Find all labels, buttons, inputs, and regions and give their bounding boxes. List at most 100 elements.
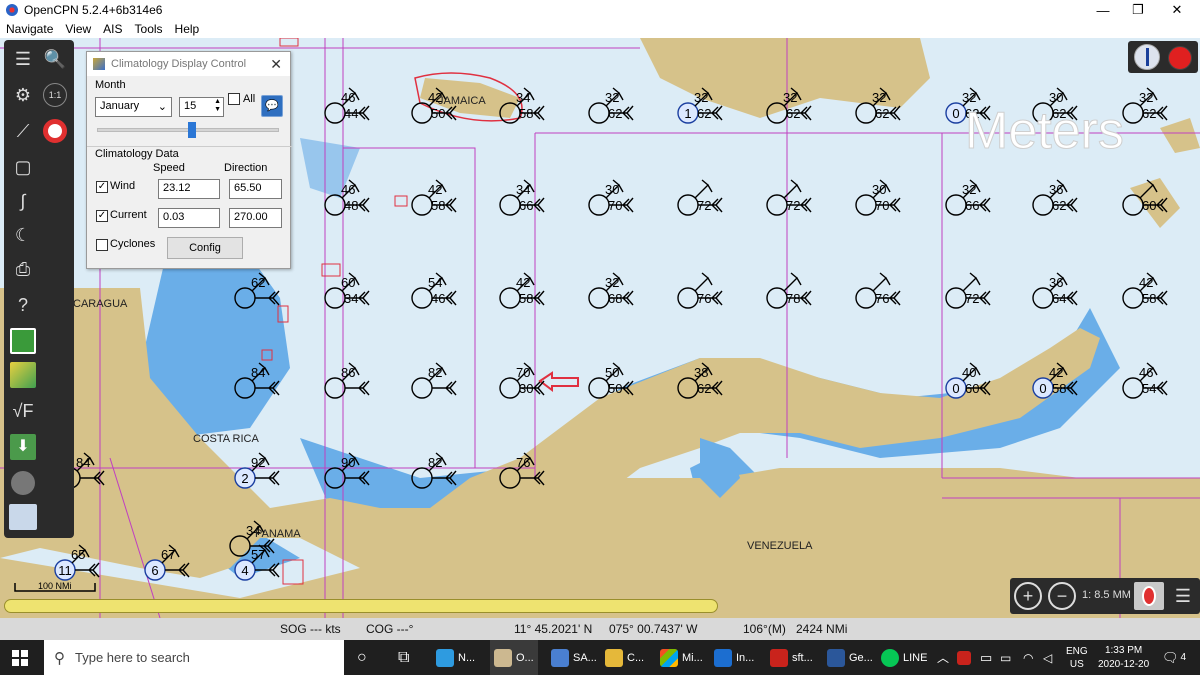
task-edge[interactable]: N...	[436, 640, 475, 675]
dialog-close-icon[interactable]: ✕	[270, 56, 282, 73]
print-icon[interactable]: ⎙	[8, 254, 38, 284]
task-sa[interactable]: SA...	[551, 640, 597, 675]
task-word[interactable]: Ge...	[827, 640, 873, 675]
wind-station: 4644	[324, 87, 370, 124]
volume-icon[interactable]: ◁	[1043, 640, 1052, 675]
wifi-icon[interactable]: ◠	[1023, 640, 1033, 675]
taskbar-search[interactable]: ⚲ Type here to search	[44, 640, 344, 675]
month-select[interactable]: January ⌄	[95, 97, 172, 117]
wind-checkbox[interactable]: ✓	[96, 181, 108, 193]
gps-status-icon[interactable]	[1168, 46, 1192, 70]
month-slider-thumb[interactable]	[187, 122, 196, 138]
weather-plugin-icon[interactable]	[8, 360, 38, 390]
station-top-value: 32	[605, 275, 619, 290]
station-bottom-value: 66	[965, 198, 979, 213]
current-checkbox[interactable]: ✓	[96, 210, 108, 222]
menu-view[interactable]: View	[59, 20, 97, 38]
station-top-value: 36	[1049, 182, 1063, 197]
vf-plugin-icon[interactable]: √F	[8, 396, 38, 426]
dialog-title-bar[interactable]: Climatology Display Control	[87, 52, 290, 76]
station-bottom-value: 50	[608, 381, 622, 396]
task-explorer[interactable]: C...	[605, 640, 644, 675]
climatology-icon	[93, 58, 105, 70]
climatology-dialog[interactable]: Climatology Display Control ✕ Month Janu…	[86, 51, 292, 269]
menu-ais[interactable]: AIS	[97, 20, 128, 38]
station-badge: 1	[684, 106, 691, 121]
tray-device-icon[interactable]: ▭	[980, 640, 992, 675]
edge-icon	[436, 648, 454, 667]
wind-station: 3262	[1122, 87, 1168, 124]
dashboard-plugin-icon[interactable]	[8, 326, 38, 356]
menu-navigate[interactable]: Navigate	[0, 20, 59, 38]
station-bottom-value: 54	[1142, 381, 1156, 396]
station-top-value: 42	[1049, 365, 1063, 380]
help-icon[interactable]: ?	[8, 290, 38, 320]
task-mail[interactable]: In...	[714, 640, 754, 675]
cyclones-checkbox[interactable]	[96, 239, 108, 251]
zoom-out-icon[interactable]: −	[1048, 582, 1076, 610]
wind-station: 292	[234, 452, 280, 489]
station-bottom-value: 60	[965, 381, 979, 396]
cortana-icon[interactable]: ○	[357, 640, 367, 675]
wind-station: 5446	[411, 272, 457, 309]
current-speed-field[interactable]: 0.03	[158, 208, 220, 228]
close-button[interactable]: ✕	[1154, 0, 1200, 20]
north-up-icon[interactable]	[1134, 44, 1160, 70]
all-checkbox[interactable]	[228, 93, 240, 105]
current-direction-field[interactable]: 270.00	[229, 208, 282, 228]
station-bottom-value: 66	[519, 198, 533, 213]
chart-downloader-icon[interactable]	[8, 502, 38, 532]
wind-speed-field[interactable]: 23.12	[158, 179, 220, 199]
tray-filezilla-icon[interactable]	[957, 640, 975, 675]
climatology-plugin-icon[interactable]	[8, 468, 38, 498]
wind-direction-field[interactable]: 65.50	[229, 179, 282, 199]
station-top-value: 36	[1049, 275, 1063, 290]
task-line[interactable]: LINE	[881, 640, 927, 675]
wind-station: 4258	[411, 179, 457, 216]
ship-follow-icon[interactable]	[1134, 582, 1164, 610]
day-spinner[interactable]: 15 ▲ ▼	[179, 97, 224, 117]
station-top-value: 46	[341, 182, 355, 197]
station-bottom-value: 64	[1052, 291, 1066, 306]
tray-expand-icon[interactable]: ︿	[937, 640, 949, 675]
download-plugin-icon[interactable]: ⬇	[8, 432, 38, 462]
lifebuoy-icon[interactable]	[40, 116, 70, 146]
zoom-in-icon[interactable]: +	[1014, 582, 1042, 610]
chart-bar-yellow[interactable]	[4, 599, 718, 613]
wind-label: Wind	[110, 180, 136, 192]
document-icon[interactable]: ▢	[8, 152, 38, 182]
wind-station: 3662	[1032, 179, 1078, 216]
menu-icon[interactable]: ☰	[8, 44, 38, 74]
scale-1to1-icon[interactable]: 1:1	[40, 80, 70, 110]
climatology-data-label: Climatology Data	[95, 148, 179, 160]
task-filezilla[interactable]: sft...	[770, 640, 813, 675]
notifications-icon[interactable]: 🗨 4	[1162, 640, 1186, 675]
zoom-tool-icon[interactable]: 🔍	[40, 44, 70, 74]
lang-code: ENG	[1066, 645, 1088, 657]
station-bottom-value: 78	[786, 291, 800, 306]
station-bottom-value: 62	[786, 106, 800, 121]
windows-taskbar: ⚲ Type here to search ○ ⧉ N... O... SA..…	[0, 640, 1200, 675]
compass-widget[interactable]	[1128, 41, 1198, 73]
play-animation-icon[interactable]: 💬	[261, 95, 283, 117]
task-explorer-label: C...	[627, 651, 645, 664]
windows-start-icon[interactable]	[12, 650, 28, 666]
menu-help[interactable]: Help	[169, 20, 206, 38]
station-bottom-value: 50	[431, 106, 445, 121]
menu-tools[interactable]: Tools	[129, 20, 169, 38]
settings-gear-icon[interactable]: ⚙	[8, 80, 38, 110]
config-button[interactable]: Config	[167, 237, 243, 259]
station-top-value: 67	[161, 547, 175, 562]
spinner-arrows-icon[interactable]: ▲ ▼	[214, 98, 221, 114]
wind-station: 72	[766, 179, 812, 216]
moon-star-icon[interactable]: ☾	[8, 220, 38, 250]
clock[interactable]: 1:33 PM 2020-12-20	[1098, 640, 1149, 675]
tracks-icon[interactable]: ∫	[8, 186, 38, 216]
task-opencpn[interactable]: O...	[490, 640, 538, 675]
task-mi[interactable]: Mi...	[660, 640, 703, 675]
language-indicator[interactable]: ENG US	[1066, 640, 1088, 675]
hamburger-menu-icon[interactable]: ☰	[1170, 582, 1196, 610]
task-view-icon[interactable]: ⧉	[398, 640, 409, 675]
battery-icon[interactable]: ▭	[1000, 640, 1011, 675]
route-icon[interactable]: ⟋	[8, 116, 38, 146]
